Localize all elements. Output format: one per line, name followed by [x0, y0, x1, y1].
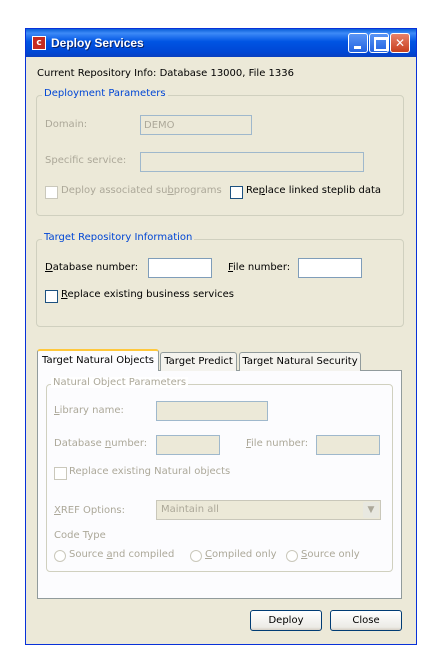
deployment-parameters-legend: Deployment Parameters [42, 88, 168, 99]
replace-steplib-checkbox[interactable] [230, 186, 243, 199]
library-name-field[interactable] [156, 401, 268, 421]
maximize-button[interactable] [369, 33, 389, 53]
replace-steplib-label: Replace linked steplib data [246, 185, 381, 196]
target-repository-group [36, 239, 404, 327]
repository-info: Current Repository Info: Database 13000,… [37, 68, 294, 79]
deploy-subprograms-label: Deploy associated subprograms [61, 185, 222, 196]
maximize-icon [374, 37, 388, 51]
xref-options-select[interactable]: Maintain all ▼ [156, 500, 381, 520]
radio-compiled-only[interactable] [190, 550, 202, 562]
radio-source-only[interactable] [286, 550, 298, 562]
domain-label: Domain: [45, 119, 88, 130]
natural-file-number-label: File number: [246, 438, 309, 449]
xref-options-value: Maintain all [161, 504, 219, 515]
domain-field[interactable] [140, 115, 252, 135]
replace-natural-objects-label: Replace existing Natural objects [69, 466, 231, 477]
replace-business-services-checkbox[interactable] [45, 290, 58, 303]
radio-source-only-label: Source only [301, 549, 360, 560]
replace-natural-objects-checkbox[interactable] [54, 467, 67, 480]
minimize-button[interactable] [348, 33, 368, 53]
close-window-button[interactable]: ✕ [390, 33, 410, 53]
file-number-label: File number: [228, 262, 291, 273]
natural-database-number-label: Database number: [54, 438, 148, 449]
file-number-input[interactable] [298, 258, 362, 278]
deploy-subprograms-checkbox[interactable] [45, 186, 58, 199]
xref-options-label: XREF Options: [54, 505, 126, 516]
deploy-services-dialog: c Deploy Services ✕ Current Repository I… [25, 28, 417, 645]
title-bar[interactable]: c Deploy Services ✕ [26, 29, 416, 57]
code-type-label: Code Type [54, 530, 106, 541]
library-name-label: Library name: [54, 405, 124, 416]
tab-target-natural-security[interactable]: Target Natural Security [239, 352, 361, 371]
natural-file-number-field[interactable] [316, 435, 380, 455]
radio-source-and-compiled-label: Source and compiled [69, 549, 175, 560]
minimize-icon [354, 46, 361, 49]
specific-service-field[interactable] [140, 152, 364, 172]
database-number-input[interactable] [148, 258, 212, 278]
target-repository-legend: Target Repository Information [42, 232, 195, 243]
replace-business-services-label: Replace existing business services [61, 289, 234, 300]
tab-target-natural-objects[interactable]: Target Natural Objects [37, 349, 159, 371]
app-icon: c [32, 36, 46, 50]
specific-service-label: Specific service: [45, 155, 127, 166]
tab-target-predict[interactable]: Target Predict [160, 352, 237, 371]
deploy-button[interactable]: Deploy [250, 610, 322, 631]
database-number-label: Database number: [45, 262, 139, 273]
natural-database-number-field[interactable] [156, 435, 220, 455]
close-icon: ✕ [394, 36, 406, 50]
chevron-down-icon[interactable]: ▼ [363, 502, 379, 518]
window-title: Deploy Services [51, 36, 144, 50]
radio-compiled-only-label: Compiled only [205, 549, 277, 560]
close-button[interactable]: Close [330, 610, 402, 631]
natural-object-parameters-legend: Natural Object Parameters [51, 377, 189, 388]
radio-source-and-compiled[interactable] [54, 550, 66, 562]
